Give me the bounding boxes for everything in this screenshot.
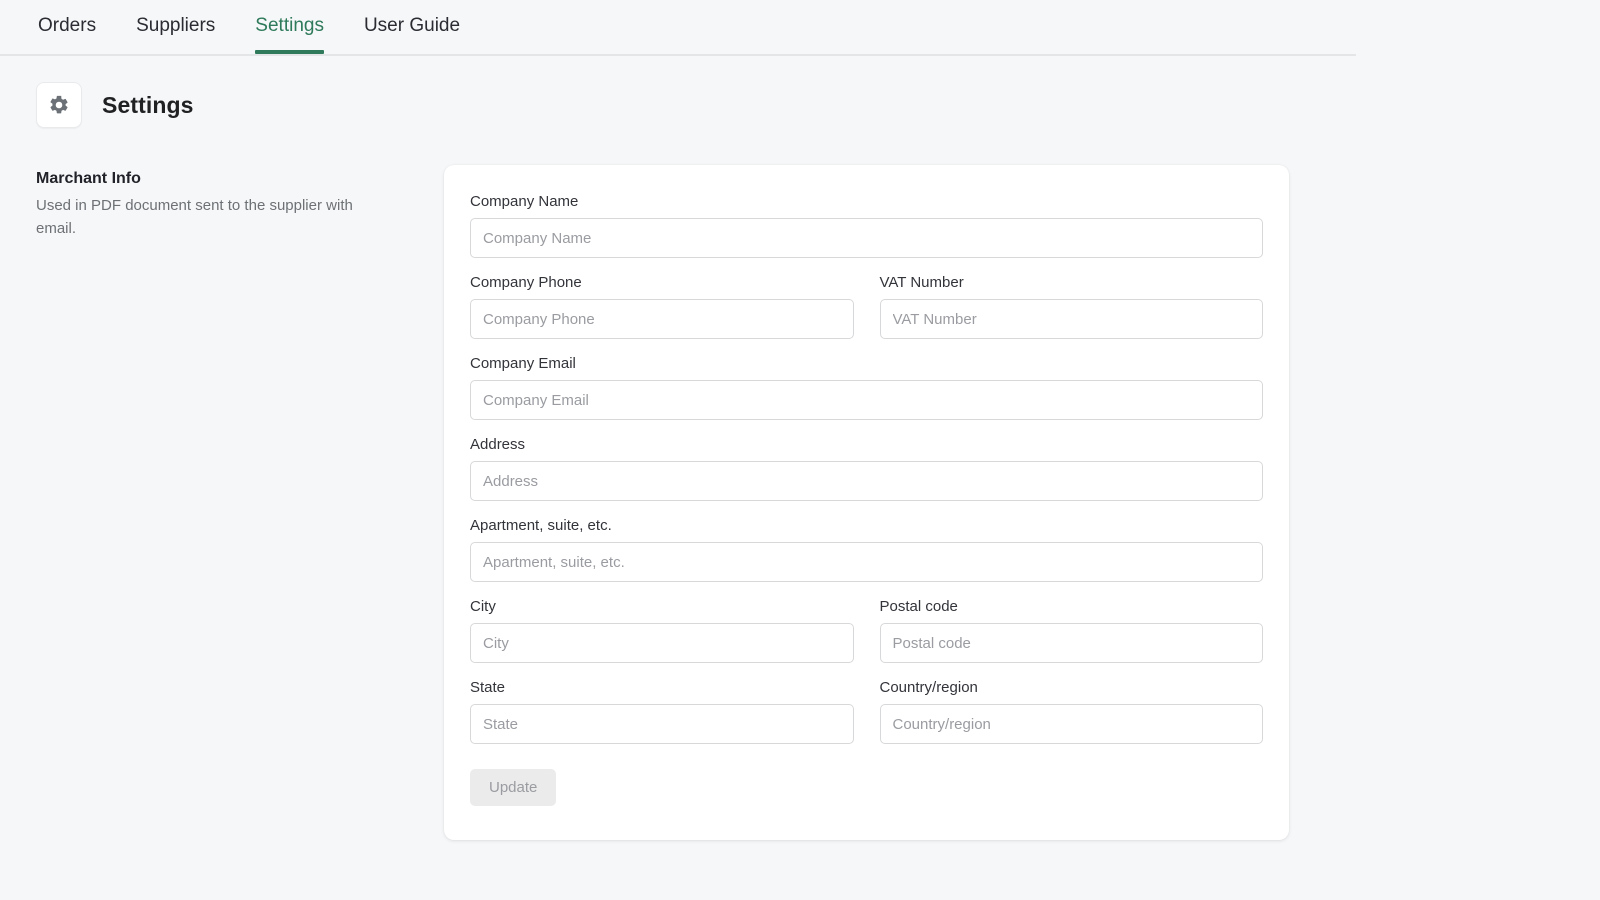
vat-number-label: VAT Number [880, 274, 1264, 291]
settings-content: Marchant Info Used in PDF document sent … [0, 128, 1600, 840]
page-title: Settings [102, 92, 194, 119]
city-label: City [470, 598, 854, 615]
apartment-label: Apartment, suite, etc. [470, 517, 1263, 534]
top-navigation: Orders Suppliers Settings User Guide [0, 0, 1600, 56]
field-postal-code: Postal code [880, 598, 1264, 663]
settings-page: Orders Suppliers Settings User Guide Set… [0, 0, 1600, 900]
field-address: Address [470, 436, 1263, 501]
company-email-input[interactable] [470, 380, 1263, 420]
merchant-info-card: Company Name Company Phone VAT Number Co… [444, 165, 1289, 840]
company-email-label: Company Email [470, 355, 1263, 372]
active-tab-indicator [255, 50, 324, 54]
field-state: State [470, 679, 854, 744]
tab-suppliers[interactable]: Suppliers [116, 0, 235, 56]
row-state-country: State Country/region [470, 679, 1263, 744]
address-label: Address [470, 436, 1263, 453]
card-actions: Update [470, 769, 1263, 806]
field-company-phone: Company Phone [470, 274, 854, 339]
row-city-postal: City Postal code [470, 598, 1263, 663]
company-name-input[interactable] [470, 218, 1263, 258]
vat-number-input[interactable] [880, 299, 1264, 339]
field-vat-number: VAT Number [880, 274, 1264, 339]
row-phone-vat: Company Phone VAT Number [470, 274, 1263, 339]
merchant-info-section: Marchant Info Used in PDF document sent … [0, 165, 440, 241]
field-city: City [470, 598, 854, 663]
postal-code-input[interactable] [880, 623, 1264, 663]
field-company-email: Company Email [470, 355, 1263, 420]
tab-suppliers-label: Suppliers [136, 4, 215, 48]
postal-code-label: Postal code [880, 598, 1264, 615]
company-phone-input[interactable] [470, 299, 854, 339]
country-region-label: Country/region [880, 679, 1264, 696]
tab-orders[interactable]: Orders [18, 0, 116, 56]
tab-user-guide[interactable]: User Guide [344, 0, 480, 56]
gear-icon [36, 82, 82, 128]
update-button[interactable]: Update [470, 769, 556, 806]
page-header: Settings [0, 56, 1600, 128]
city-input[interactable] [470, 623, 854, 663]
tab-user-guide-label: User Guide [364, 4, 460, 48]
tab-settings-label: Settings [255, 4, 324, 48]
tab-settings[interactable]: Settings [235, 0, 344, 56]
address-input[interactable] [470, 461, 1263, 501]
nav-tabs: Orders Suppliers Settings User Guide [18, 0, 480, 56]
field-country-region: Country/region [880, 679, 1264, 744]
field-apartment: Apartment, suite, etc. [470, 517, 1263, 582]
merchant-info-title: Marchant Info [36, 170, 440, 188]
tab-orders-label: Orders [38, 4, 96, 48]
company-name-label: Company Name [470, 193, 1263, 210]
state-input[interactable] [470, 704, 854, 744]
field-company-name: Company Name [470, 193, 1263, 258]
merchant-info-description: Used in PDF document sent to the supplie… [36, 195, 396, 241]
company-phone-label: Company Phone [470, 274, 854, 291]
country-region-input[interactable] [880, 704, 1264, 744]
state-label: State [470, 679, 854, 696]
apartment-input[interactable] [470, 542, 1263, 582]
